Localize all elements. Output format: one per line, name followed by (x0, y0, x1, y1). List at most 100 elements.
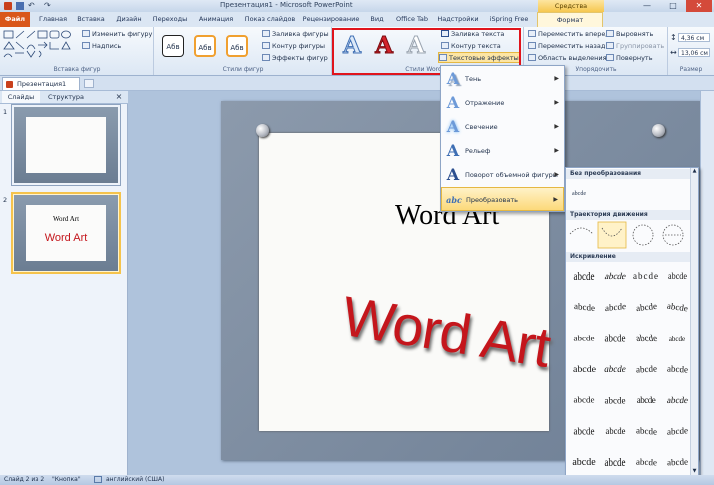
warp-option[interactable]: abcde (662, 262, 692, 290)
tab-review[interactable]: Рецензирование (302, 12, 360, 27)
group-icon (606, 42, 614, 49)
shape-fill-button[interactable]: Заливка фигуры (262, 30, 329, 38)
tab-addins[interactable]: Надстройки (436, 12, 480, 27)
follow-path-header: Траектория движения (566, 210, 691, 220)
warp-option[interactable]: abcde (662, 448, 692, 476)
warp-option[interactable]: abcde (631, 324, 661, 352)
close-button[interactable]: ✕ (686, 0, 712, 12)
send-backward-button[interactable]: Переместить назад (528, 42, 605, 50)
menu-item-glow[interactable]: A Свечение ▶ (441, 115, 564, 139)
no-transform-option[interactable]: abcde (568, 181, 686, 207)
tab-file[interactable]: Файл (0, 12, 30, 27)
slide-thumbnail-1[interactable] (11, 104, 121, 186)
warp-option[interactable]: abcde (569, 417, 599, 445)
shape-style-1[interactable]: Абв (162, 35, 184, 57)
warp-option[interactable]: abcde (569, 324, 599, 352)
tab-transitions[interactable]: Переходы (150, 12, 190, 27)
spellcheck-icon[interactable] (94, 476, 102, 483)
app-icon[interactable] (4, 2, 12, 10)
redo-icon[interactable]: ↷ (44, 1, 51, 10)
slide-thumb-paper: Word Art Word Art (26, 205, 106, 261)
align-button[interactable]: Выровнять (606, 30, 653, 38)
menu-item-3d-rotation[interactable]: A Поворот объемной фигуры ▶ (441, 163, 564, 187)
tab-view[interactable]: Вид (364, 12, 390, 27)
group-button[interactable]: Группировать (606, 42, 664, 50)
slide-thumb-paper (26, 117, 106, 173)
minimize-button[interactable]: — (634, 0, 660, 12)
selection-pane-button[interactable]: Область выделения (528, 54, 607, 62)
warp-option[interactable]: abcde (662, 324, 692, 352)
menu-item-reflection[interactable]: A Отражение ▶ (441, 91, 564, 115)
align-label: Выровнять (616, 30, 654, 38)
menu-item-shadow[interactable]: A Тень ▶ (441, 67, 564, 91)
warp-option[interactable]: abcde (600, 448, 630, 476)
new-tab-button[interactable] (84, 79, 94, 88)
warp-option[interactable]: abcde (662, 355, 692, 383)
tab-insert[interactable]: Вставка (74, 12, 108, 27)
warp-option[interactable]: abcde (569, 293, 599, 321)
warp-option[interactable]: abcde (662, 293, 692, 321)
shape-effects-button[interactable]: Эффекты фигур (262, 54, 328, 62)
path-arch-up[interactable] (569, 227, 594, 235)
tab-outline[interactable]: Структура (42, 91, 90, 103)
warp-option-sample: abcde (573, 334, 595, 342)
warp-option[interactable]: abcde (569, 262, 599, 290)
scroll-down-icon[interactable]: ▼ (691, 468, 698, 474)
undo-icon[interactable]: ↶ (28, 1, 35, 10)
warp-option[interactable]: abcde (600, 262, 630, 290)
tab-format[interactable]: Формат (537, 12, 603, 27)
slide-number-1: 1 (3, 108, 8, 116)
warp-option[interactable]: abcde (600, 293, 630, 321)
document-tab[interactable]: Презентация1 (2, 77, 80, 90)
text-box-button[interactable]: Надпись (82, 42, 121, 50)
rotate-button[interactable]: Повернуть (606, 54, 653, 62)
document-tab-label: Презентация1 (17, 80, 67, 88)
tab-slides[interactable]: Слайды (2, 91, 40, 103)
warp-option[interactable]: abcde (662, 417, 692, 445)
warp-option[interactable]: abcde (600, 355, 630, 383)
warp-option[interactable]: abcde (569, 386, 599, 414)
bring-forward-button[interactable]: Переместить вперед (528, 30, 610, 38)
vertical-scrollbar[interactable] (700, 91, 714, 475)
tab-slideshow[interactable]: Показ слайдов (242, 12, 298, 27)
maximize-button[interactable]: □ (660, 0, 686, 12)
menu-item-transform[interactable]: abc Преобразовать ▶ (441, 187, 564, 211)
menu-item-label: Рельеф (465, 147, 491, 155)
warp-option[interactable]: abcde (631, 355, 661, 383)
warp-option[interactable]: abcde (569, 355, 599, 383)
scroll-up-icon[interactable]: ▲ (691, 168, 698, 174)
warp-option[interactable]: abcde (631, 262, 661, 290)
language-label[interactable]: английский (США) (106, 475, 164, 485)
shape-height-input[interactable]: 4,36 см (678, 33, 710, 42)
warp-option[interactable]: abcde (600, 417, 630, 445)
follow-path-options[interactable] (566, 220, 690, 250)
warp-option[interactable]: abcde (631, 386, 661, 414)
shape-style-2[interactable]: Абв (194, 35, 216, 57)
warp-option[interactable]: abcde (600, 386, 630, 414)
shape-width-input[interactable]: 13,06 см (678, 48, 710, 57)
warp-option[interactable]: abcde (631, 417, 661, 445)
tab-ispring[interactable]: iSpring Free (486, 12, 532, 27)
save-icon[interactable] (16, 2, 24, 10)
shape-outline-button[interactable]: Контур фигуры (262, 42, 325, 50)
tab-animations[interactable]: Анимация (196, 12, 236, 27)
menu-item-bevel[interactable]: A Рельеф ▶ (441, 139, 564, 163)
path-circle[interactable] (632, 224, 654, 246)
edit-shape-button[interactable]: Изменить фигуру (82, 30, 152, 38)
tab-design[interactable]: Дизайн (112, 12, 146, 27)
warp-option[interactable]: abcde (569, 448, 599, 476)
warp-option[interactable]: abcde (631, 448, 661, 476)
warp-option[interactable]: abcde (600, 324, 630, 352)
tab-home[interactable]: Главная (36, 12, 70, 27)
path-arch-down-selected[interactable] (597, 221, 627, 249)
warp-option[interactable]: abcde (631, 293, 661, 321)
shape-style-3[interactable]: Абв (226, 35, 248, 57)
warp-option-sample: abcde (573, 425, 595, 437)
shapes-gallery[interactable] (3, 30, 75, 58)
warp-option[interactable]: abcde (662, 386, 692, 414)
tab-office-tab[interactable]: Office Tab (394, 12, 430, 27)
close-pane-icon[interactable]: × (114, 91, 124, 103)
slide-thumbnail-2[interactable]: Word Art Word Art (11, 192, 121, 274)
gallery-scrollbar[interactable]: ▲ ▼ (690, 168, 698, 479)
submenu-arrow-icon: ▶ (553, 196, 558, 203)
